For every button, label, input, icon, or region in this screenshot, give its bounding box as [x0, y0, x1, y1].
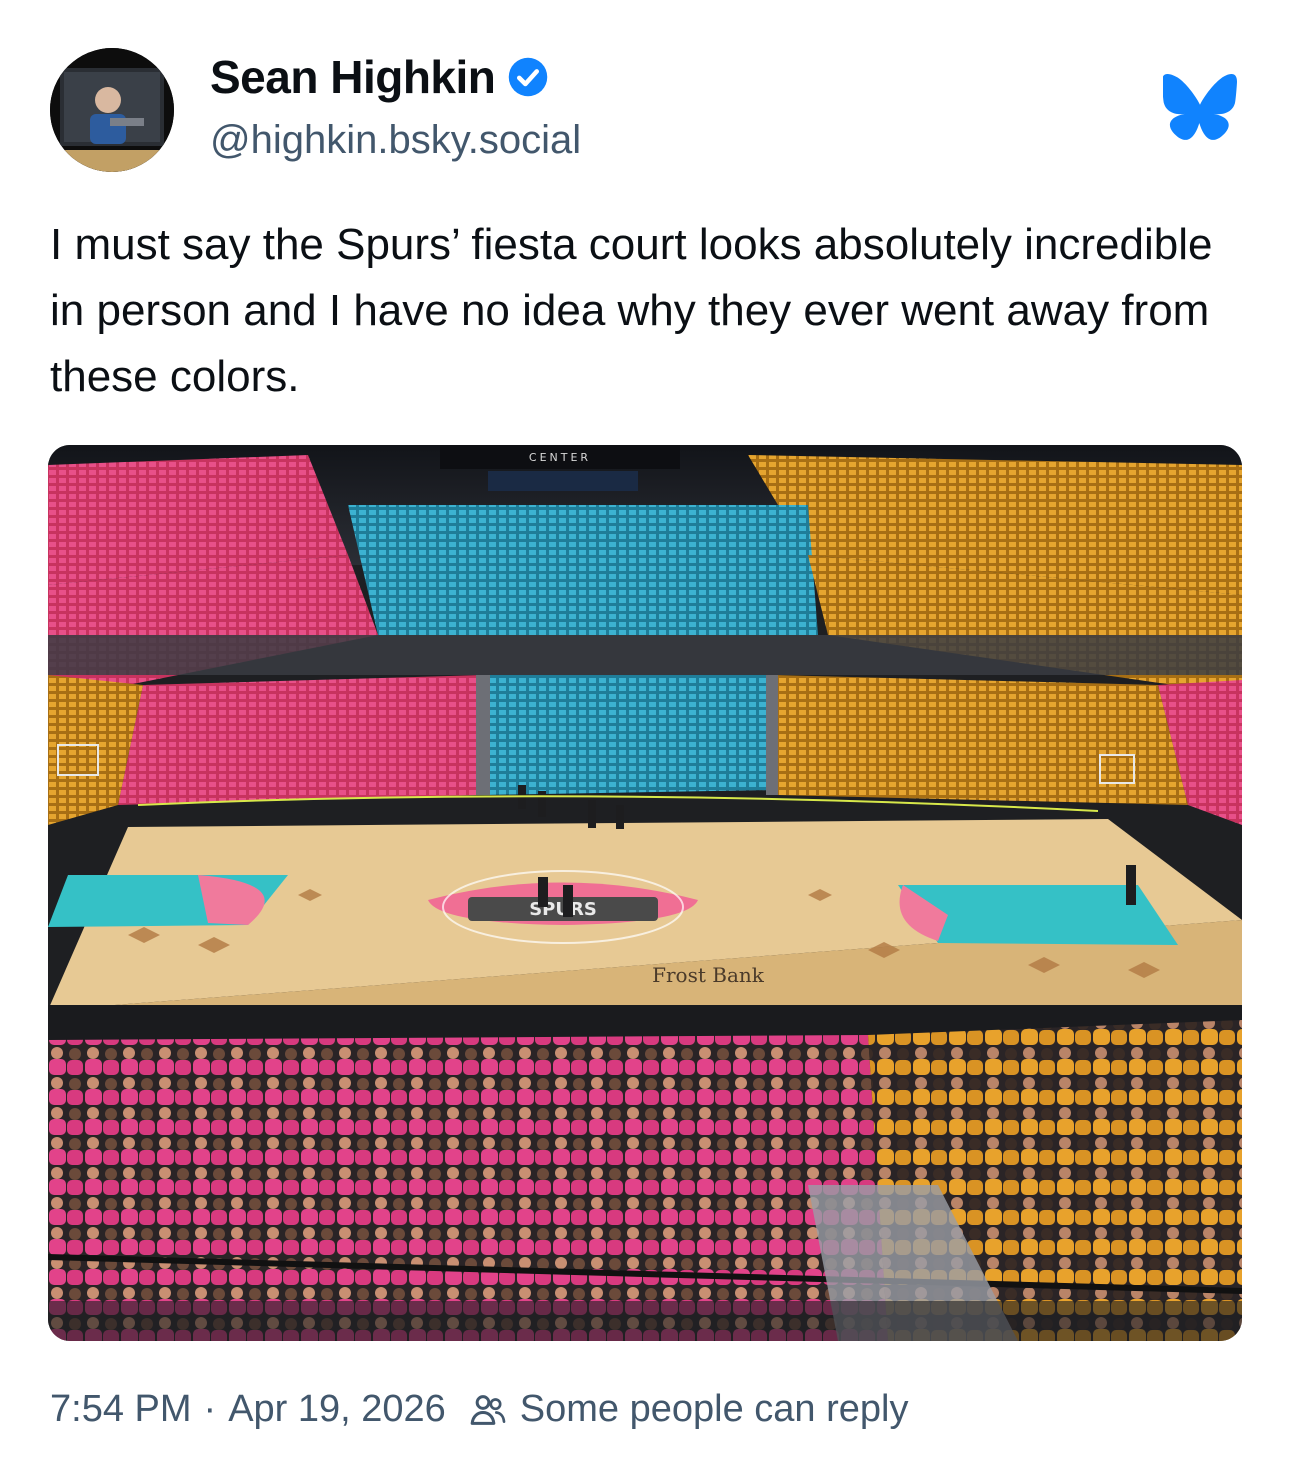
verified-check-icon[interactable] — [507, 56, 549, 98]
post-footer: 7:54 PM · Apr 19, 2026 Some people can r… — [50, 1388, 908, 1431]
post-date[interactable]: Apr 19, 2026 — [228, 1388, 446, 1431]
footer-separator: · — [203, 1388, 217, 1430]
reply-setting[interactable]: Some people can reply — [520, 1388, 909, 1431]
arena-court-photo: CENTER SPURS Frost Bank — [48, 445, 1242, 1341]
post-photo[interactable]: CENTER SPURS Frost Bank — [48, 445, 1242, 1341]
avatar-image — [50, 48, 174, 172]
author-name-row: Sean Highkin — [210, 50, 549, 104]
scoreboard-label: CENTER — [529, 451, 591, 464]
author-handle[interactable]: @highkin.bsky.social — [210, 118, 581, 163]
people-icon — [470, 1394, 506, 1425]
post-text: I must say the Spurs’ fiesta court looks… — [50, 220, 1213, 401]
author-avatar[interactable] — [50, 48, 174, 172]
bluesky-butterfly-icon — [1163, 74, 1237, 140]
post-time[interactable]: 7:54 PM — [50, 1388, 192, 1431]
author-display-name[interactable]: Sean Highkin — [210, 50, 496, 104]
court-sponsor-text: Frost Bank — [652, 963, 765, 987]
